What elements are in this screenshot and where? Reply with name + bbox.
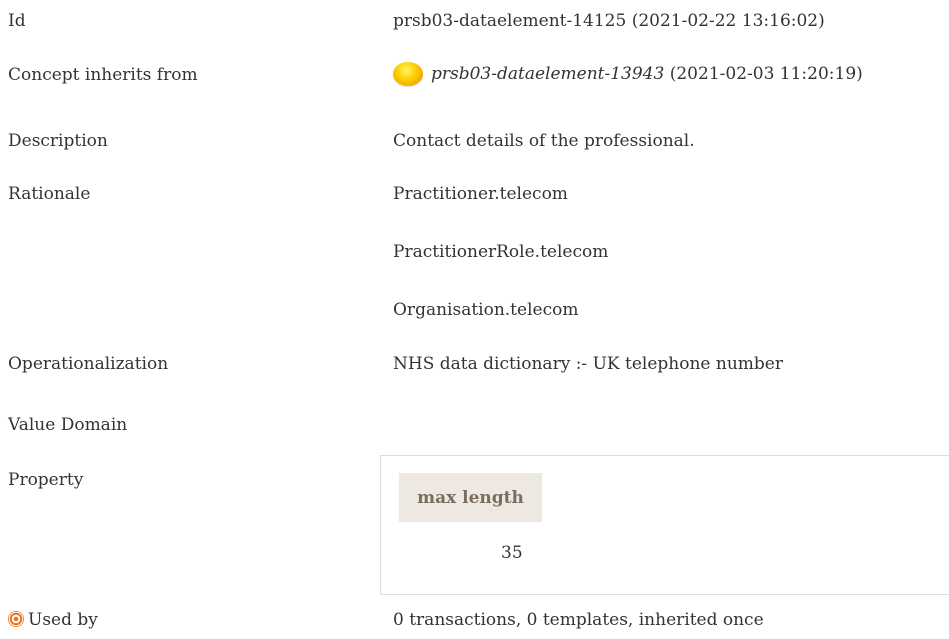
used-by-value: 0 transactions, 0 templates, inherited o… [393,610,764,630]
description-label: Description [8,131,108,151]
property-table: max length 35 [380,455,949,595]
inherits-value: prsb03-dataelement-13943 (2021-02-03 11:… [393,62,863,86]
rationale-line: PractitionerRole.telecom [393,242,609,262]
rationale-line: Practitioner.telecom [393,184,568,204]
property-value-max-length: 35 [501,543,523,563]
id-label: Id [8,11,26,31]
property-header-max-length: max length [399,473,542,522]
rationale-label: Rationale [8,184,91,204]
property-label: Property [8,470,84,490]
description-value: Contact details of the professional. [393,131,695,151]
target-icon [8,611,24,627]
id-value: prsb03-dataelement-14125 (2021-02-22 13:… [393,11,825,31]
operationalization-label: Operationalization [8,354,169,374]
sun-icon [393,62,423,86]
operationalization-value: NHS data dictionary :- UK telephone numb… [393,354,783,374]
inherits-label: Concept inherits from [8,65,198,85]
inherits-link[interactable]: prsb03-dataelement-13943 [431,64,664,84]
used-by-label: Used by [8,610,98,630]
inherits-date: (2021-02-03 11:20:19) [669,64,863,84]
rationale-line: Organisation.telecom [393,300,579,320]
used-by-text: Used by [28,610,98,630]
value-domain-label: Value Domain [8,415,128,435]
